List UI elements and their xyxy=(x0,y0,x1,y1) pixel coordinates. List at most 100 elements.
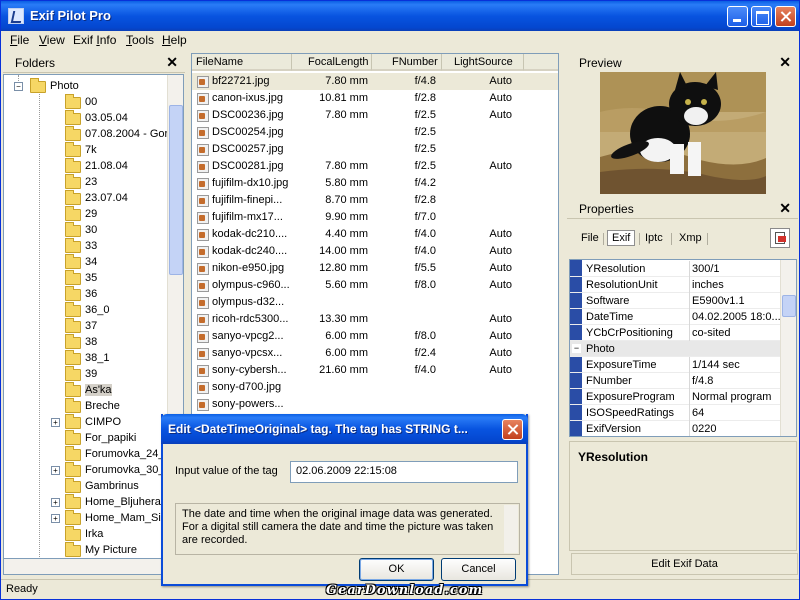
tag-value-input[interactable]: 02.06.2009 22:15:08 xyxy=(290,461,518,483)
folder-icon xyxy=(65,366,81,381)
property-row[interactable]: ISOSpeedRatings 64 xyxy=(570,405,780,421)
ok-button[interactable]: OK xyxy=(359,558,434,581)
property-value[interactable]: inches xyxy=(692,277,782,293)
report-icon[interactable] xyxy=(770,228,790,248)
col-focallength[interactable]: FocalLength xyxy=(292,54,372,71)
file-row[interactable]: sony-d700.jpg xyxy=(192,379,558,396)
folder-tree[interactable]: − Photo 00 03.05.04 07.08.2004 - Gor 7k 21.0… xyxy=(3,74,184,574)
file-focal-length: 4.40 mm xyxy=(325,228,368,240)
folders-hscrollbar[interactable] xyxy=(3,558,185,575)
folder-label: 23 xyxy=(85,176,98,188)
folder-label: 07.08.2004 - Gor xyxy=(85,128,169,140)
file-row[interactable]: canon-ixus.jpg 10.81 mm f/2.8 Auto xyxy=(192,90,558,107)
close-button[interactable] xyxy=(775,6,796,27)
properties-close-icon[interactable]: ✕ xyxy=(779,200,791,217)
folders-close-icon[interactable]: ✕ xyxy=(166,54,178,71)
file-row[interactable]: olympus-c960... 5.60 mm f/8.0 Auto xyxy=(192,277,558,294)
property-value[interactable]: Normal program xyxy=(692,389,782,405)
scroll-thumb[interactable] xyxy=(169,105,183,275)
file-row[interactable]: kodak-dc240.... 14.00 mm f/4.0 Auto xyxy=(192,243,558,260)
expand-icon[interactable]: + xyxy=(51,498,60,507)
file-row[interactable]: kodak-dc210.... 4.40 mm f/4.0 Auto xyxy=(192,226,558,243)
folder-icon xyxy=(65,462,81,477)
expand-icon[interactable]: + xyxy=(51,418,60,427)
cancel-button[interactable]: Cancel xyxy=(441,558,516,581)
file-row[interactable]: fujifilm-finepi... 8.70 mm f/2.8 xyxy=(192,192,558,209)
file-row[interactable]: nikon-e950.jpg 12.80 mm f/5.5 Auto xyxy=(192,260,558,277)
property-value[interactable]: 1/144 sec xyxy=(692,357,782,373)
tab-iptc[interactable]: Iptc xyxy=(645,232,663,244)
tab-exif[interactable]: Exif xyxy=(607,230,636,246)
menu-help[interactable]: Help xyxy=(162,33,187,47)
property-value[interactable]: 300/1 xyxy=(692,261,782,277)
property-row[interactable]: ResolutionUnit inches xyxy=(570,277,780,293)
properties-scrollbar[interactable] xyxy=(780,260,796,436)
file-row[interactable]: sanyo-vpcsx... 6.00 mm f/2.4 Auto xyxy=(192,345,558,362)
file-row[interactable]: DSC00257.jpg f/2.5 xyxy=(192,141,558,158)
edit-exif-data-button[interactable]: Edit Exif Data xyxy=(571,553,798,575)
file-row[interactable]: olympus-d32... xyxy=(192,294,558,311)
property-row[interactable]: YResolution 300/1 xyxy=(570,261,780,277)
file-light-source: Auto xyxy=(489,364,512,376)
file-row[interactable]: sony-powers... xyxy=(192,396,558,413)
window-title: Exif Pilot Pro xyxy=(30,8,111,23)
file-row[interactable]: DSC00281.jpg 7.80 mm f/2.5 Auto xyxy=(192,158,558,175)
property-value[interactable]: f/4.8 xyxy=(692,373,782,389)
menu-tools[interactable]: Tools xyxy=(126,33,154,47)
property-value[interactable]: 64 xyxy=(692,405,782,421)
file-row[interactable]: fujifilm-mx17... 9.90 mm f/7.0 xyxy=(192,209,558,226)
file-row[interactable]: bf22721.jpg 7.80 mm f/4.8 Auto xyxy=(192,73,558,90)
folder-icon xyxy=(65,446,81,461)
property-grid[interactable]: YResolution 300/1 ResolutionUnit inches Soft… xyxy=(569,259,797,437)
file-row[interactable]: DSC00254.jpg f/2.5 xyxy=(192,124,558,141)
property-row[interactable]: ExposureProgram Normal program xyxy=(570,389,780,405)
folder-icon xyxy=(65,430,81,445)
menu-exif-info[interactable]: Exif Info xyxy=(73,33,116,47)
description-scrollbar[interactable] xyxy=(504,505,518,553)
folder-label: 35 xyxy=(85,272,98,284)
file-focal-length: 6.00 mm xyxy=(325,330,368,342)
property-value[interactable]: co-sited xyxy=(692,325,782,341)
input-label: Input value of the tag xyxy=(175,465,278,477)
file-row[interactable]: ricoh-rdc5300... 13.30 mm Auto xyxy=(192,311,558,328)
property-value[interactable]: 0220 xyxy=(692,421,782,436)
col-filename[interactable]: FileName xyxy=(192,54,292,71)
file-row[interactable]: sanyo-vpcg2... 6.00 mm f/8.0 Auto xyxy=(192,328,558,345)
folder-label: 39 xyxy=(85,368,98,380)
preview-close-icon[interactable]: ✕ xyxy=(779,54,791,71)
menu-view[interactable]: View xyxy=(39,33,65,47)
property-row[interactable]: FNumber f/4.8 xyxy=(570,373,780,389)
folder-label: 21.08.04 xyxy=(85,160,128,172)
property-row[interactable]: Software E5900v1.1 xyxy=(570,293,780,309)
tab-file[interactable]: File xyxy=(581,232,599,244)
collapse-icon[interactable]: − xyxy=(14,82,23,91)
dialog-close-button[interactable] xyxy=(502,419,523,440)
title-bar[interactable]: Exif Pilot Pro xyxy=(1,1,799,31)
file-row[interactable]: sony-cybersh... 21.60 mm f/4.0 Auto xyxy=(192,362,558,379)
file-row[interactable]: fujifilm-dx10.jpg 5.80 mm f/4.2 xyxy=(192,175,558,192)
property-row[interactable]: YCbCrPositioning co-sited xyxy=(570,325,780,341)
menu-file[interactable]: File xyxy=(10,33,29,47)
maximize-button[interactable] xyxy=(751,6,772,27)
file-row[interactable]: DSC00236.jpg 7.80 mm f/2.5 Auto xyxy=(192,107,558,124)
property-row[interactable]: ExifVersion 0220 xyxy=(570,421,782,436)
folder-icon xyxy=(65,510,81,525)
property-name: ExposureTime xyxy=(586,357,690,373)
minimize-button[interactable] xyxy=(727,6,748,27)
folder-icon xyxy=(65,286,81,301)
collapse-icon[interactable]: − xyxy=(572,344,581,353)
property-value[interactable]: E5900v1.1 xyxy=(692,293,782,309)
col-fnumber[interactable]: FNumber xyxy=(372,54,442,71)
scroll-thumb[interactable] xyxy=(782,295,796,317)
col-lightsource[interactable]: LightSource xyxy=(442,54,524,71)
property-name: ExifVersion xyxy=(586,421,690,436)
expand-icon[interactable]: + xyxy=(51,514,60,523)
expand-icon[interactable]: + xyxy=(51,466,60,475)
jpg-file-icon xyxy=(197,314,209,326)
dialog-title-bar[interactable]: Edit <DateTimeOriginal> tag. The tag has… xyxy=(161,414,528,444)
property-row[interactable]: DateTime 04.02.2005 18:0... xyxy=(570,309,782,325)
property-category[interactable]: − Photo xyxy=(570,341,780,357)
tab-xmp[interactable]: Xmp xyxy=(679,232,702,244)
property-value[interactable]: 04.02.2005 18:0... xyxy=(692,309,782,325)
property-row[interactable]: ExposureTime 1/144 sec xyxy=(570,357,780,373)
